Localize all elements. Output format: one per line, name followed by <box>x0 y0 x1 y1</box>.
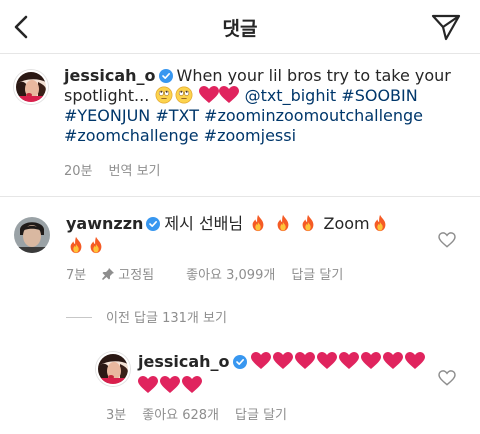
caption-text: jessicah_o When your lil bros try to take… <box>64 66 472 146</box>
fire-emoji-icon <box>252 214 264 232</box>
pinned-label: 고정됨 <box>102 268 170 283</box>
see-translation-button[interactable]: 번역 보기 <box>109 164 161 179</box>
comment-username[interactable]: yawnzzn <box>66 214 143 233</box>
avatar[interactable] <box>96 352 130 386</box>
like-heart-icon[interactable] <box>438 232 456 248</box>
mention-link[interactable]: @txt_bighit <box>245 86 337 105</box>
view-replies-label: 이전 답글 131개 보기 <box>106 311 227 326</box>
fire-emoji-icon <box>277 214 289 232</box>
view-replies-button[interactable]: 이전 답글 131개 보기 <box>66 307 227 327</box>
red-heart-icon <box>199 86 220 103</box>
red-heart-icon <box>272 352 293 369</box>
red-heart-icon <box>294 352 315 369</box>
comment-likes[interactable]: 좋아요 3,099개 <box>186 268 275 283</box>
fire-emoji-icon <box>90 236 102 254</box>
hashtag-link[interactable]: #YEONJUN #TXT #zoominzoomoutchallenge <box>64 106 423 125</box>
reply-likes[interactable]: 좋아요 628개 <box>142 408 219 423</box>
red-heart-icon <box>250 352 271 369</box>
reply-text: jessicah_o <box>138 350 448 398</box>
reply-time: 3분 <box>106 408 127 423</box>
comment-body: 제시 선배님 <box>164 214 244 233</box>
fire-emoji-icon <box>70 236 82 254</box>
red-heart-icon <box>404 352 425 369</box>
comment-text: yawnzzn 제시 선배님 Zoom <box>66 213 406 257</box>
hashtag-link[interactable]: #zoomchallenge #zoomjessi <box>64 126 296 145</box>
avatar-photo <box>16 72 46 102</box>
comment-body-zoom: Zoom <box>323 214 370 233</box>
pinned-text: 고정됨 <box>118 268 155 283</box>
red-heart-icon <box>160 376 180 393</box>
verified-badge-icon <box>232 355 247 369</box>
eye-roll-emoji-icon <box>175 86 193 104</box>
avatar[interactable] <box>14 217 50 253</box>
reply-meta: 3분 좋아요 628개 답글 달기 <box>106 404 303 423</box>
replies-line-divider <box>66 317 92 318</box>
avatar[interactable] <box>14 70 48 104</box>
reply-button[interactable]: 답글 달기 <box>291 268 343 283</box>
divider <box>0 196 480 197</box>
comment-time: 7분 <box>66 268 87 283</box>
red-heart-icon <box>219 86 240 103</box>
fire-emoji-icon <box>302 214 314 232</box>
eye-roll-emoji-icon <box>155 86 173 104</box>
avatar-photo <box>14 217 50 253</box>
reply-username[interactable]: jessicah_o <box>138 352 230 371</box>
fire-emoji-icon <box>374 214 386 232</box>
pin-icon <box>102 268 115 280</box>
paper-plane-icon[interactable] <box>430 12 462 42</box>
red-heart-icon <box>382 352 403 369</box>
red-heart-icon <box>316 352 337 369</box>
red-heart-icon <box>338 352 359 369</box>
header-bar: 댓글 <box>0 0 480 54</box>
red-heart-icon <box>360 352 381 369</box>
verified-badge-icon <box>146 217 161 231</box>
like-heart-icon[interactable] <box>438 370 456 386</box>
hashtag-link[interactable]: #SOOBIN <box>341 86 417 105</box>
caption-time: 20분 <box>64 164 93 179</box>
caption-username[interactable]: jessicah_o <box>64 66 156 85</box>
page-title: 댓글 <box>222 18 258 40</box>
red-heart-icon <box>182 376 202 393</box>
verified-badge-icon <box>158 69 173 83</box>
avatar-photo <box>98 354 128 384</box>
red-heart-icon <box>138 376 158 393</box>
reply-reply-button[interactable]: 답글 달기 <box>235 408 287 423</box>
comment-meta: 7분 고정됨 좋아요 3,099개 답글 달기 <box>66 264 359 283</box>
caption-meta: 20분 번역 보기 <box>64 160 177 179</box>
